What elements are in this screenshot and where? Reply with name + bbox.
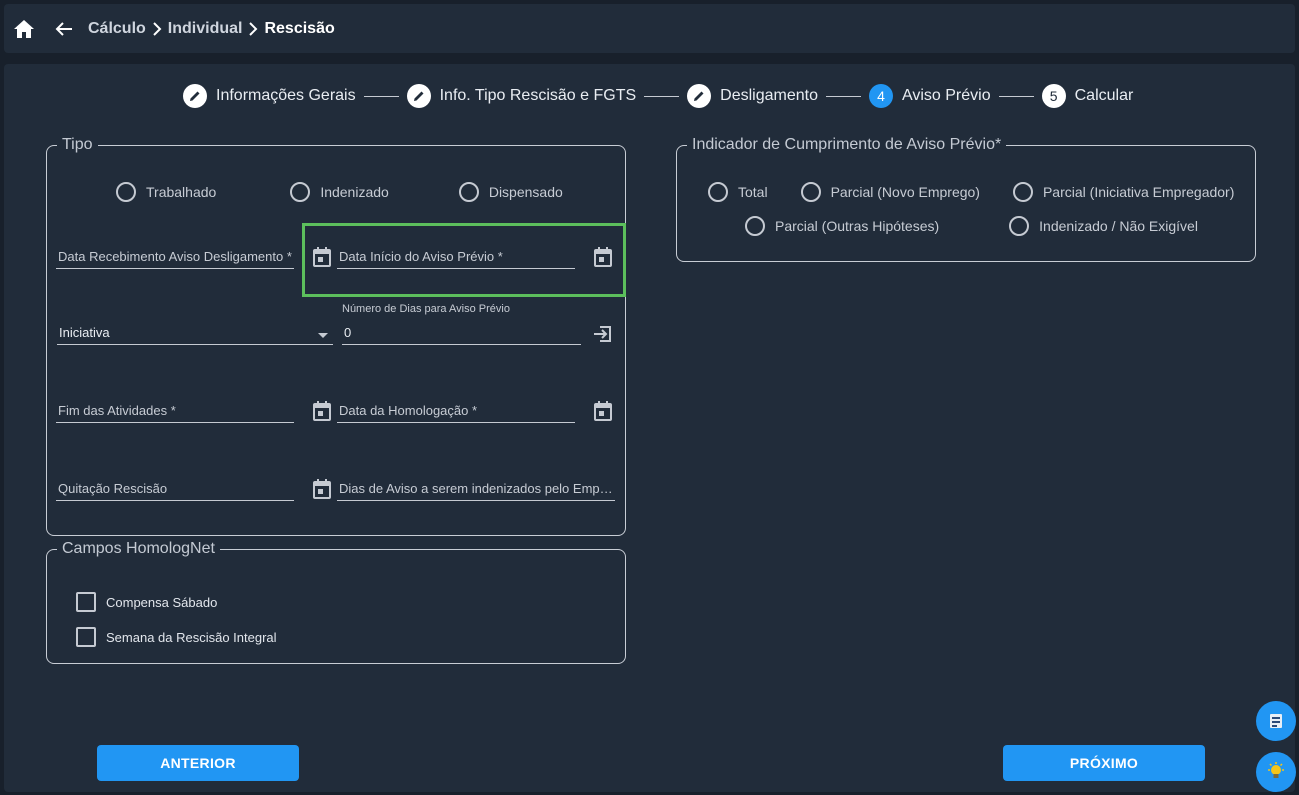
document-fab-icon[interactable]: [1256, 701, 1296, 741]
breadcrumb-item-individual[interactable]: Individual: [168, 20, 243, 38]
radio-label: Indenizado: [320, 184, 389, 200]
radio-circle[interactable]: [116, 182, 136, 202]
radio-indenizado[interactable]: Indenizado: [290, 182, 389, 202]
indicador-radio-row-2: Parcial (Outras Hipóteses) Indenizado / …: [745, 216, 1198, 236]
step-number: 4: [868, 84, 893, 108]
chevron-right-icon: [248, 21, 258, 36]
home-icon[interactable]: [12, 17, 36, 41]
indicador-legend: Indicador de Cumprimento de Aviso Prévio…: [692, 136, 1002, 153]
checkbox[interactable]: [76, 627, 96, 647]
calendar-icon[interactable]: [311, 400, 335, 424]
checkbox-compensa-sabado[interactable]: Compensa Sábado: [76, 592, 217, 612]
radio-dispensado[interactable]: Dispensado: [458, 182, 563, 202]
radio-parcial-iniciativa-empregador[interactable]: Parcial (Iniciativa Empregador): [1012, 182, 1235, 202]
breadcrumb-item-rescisao: Rescisão: [264, 19, 335, 37]
step-desligamento[interactable]: Desligamento: [687, 84, 818, 108]
pencil-icon: [183, 84, 207, 108]
checkbox-label: Compensa Sábado: [106, 594, 218, 610]
calendar-icon[interactable]: [592, 400, 616, 424]
step-informacoes-gerais[interactable]: Informações Gerais: [183, 84, 356, 108]
radio-circle[interactable]: [1009, 216, 1030, 236]
radio-label: Trabalhado: [146, 184, 217, 200]
tipo-legend: Tipo: [62, 136, 93, 153]
step-calcular[interactable]: 5 Calcular: [1041, 84, 1134, 108]
indicador-radio-row-1: Total Parcial (Novo Emprego) Parcial (In…: [708, 182, 1234, 202]
radio-total[interactable]: Total: [708, 182, 768, 202]
proximo-button[interactable]: PRÓXIMO: [1003, 745, 1205, 781]
radio-label: Parcial (Iniciativa Empregador): [1042, 184, 1235, 200]
radio-circle[interactable]: [1012, 182, 1033, 202]
top-bar: Cálculo Individual Rescisão: [4, 4, 1295, 53]
data-recebimento-field[interactable]: Data Recebimento Aviso Desligamento *: [56, 239, 294, 269]
breadcrumb: Cálculo Individual Rescisão: [88, 20, 335, 38]
radio-circle[interactable]: [800, 182, 821, 202]
calendar-icon[interactable]: [311, 478, 335, 502]
highlight-box: [302, 223, 626, 297]
stepper: Informações Gerais Info. Tipo Rescisão e…: [183, 84, 1133, 108]
radio-parcial-novo-emprego[interactable]: Parcial (Novo Emprego): [800, 182, 980, 202]
radio-indenizado-nao-exigivel[interactable]: Indenizado / Não Exigível: [1009, 216, 1198, 236]
tipo-radio-group: Trabalhado Indenizado Dispensado: [116, 182, 563, 202]
step-label: Informações Gerais: [216, 87, 356, 104]
quitacao-rescisao-field[interactable]: Quitação Rescisão: [56, 471, 294, 501]
dropdown-arrow-icon[interactable]: [317, 327, 329, 342]
pencil-icon: [406, 84, 431, 108]
step-number: 5: [1041, 84, 1066, 108]
radio-parcial-outras-hipoteses[interactable]: Parcial (Outras Hipóteses): [745, 216, 939, 236]
fim-atividades-field[interactable]: Fim das Atividades *: [56, 393, 294, 423]
step-label: Info. Tipo Rescisão e FGTS: [439, 87, 637, 104]
field-label: Data da Homologação *: [339, 403, 478, 418]
numero-dias-input[interactable]: 0: [342, 315, 581, 345]
select-value: Iniciativa: [59, 325, 110, 340]
dias-aviso-indenizados-field[interactable]: Dias de Aviso a serem indenizados pelo E…: [337, 471, 615, 501]
radio-circle[interactable]: [458, 182, 479, 202]
pencil-icon: [687, 84, 712, 108]
step-connector: [998, 95, 1034, 97]
lightbulb-fab-icon[interactable]: [1256, 752, 1296, 792]
radio-label: Parcial (Novo Emprego): [830, 184, 980, 200]
radio-label: Parcial (Outras Hipóteses): [775, 218, 940, 234]
checkbox-semana-rescisao-integral[interactable]: Semana da Rescisão Integral: [76, 627, 277, 647]
radio-label: Dispensado: [488, 184, 563, 200]
chevron-right-icon: [152, 21, 162, 36]
input-value: 0: [344, 325, 352, 340]
iniciativa-select[interactable]: Iniciativa: [57, 315, 333, 345]
field-label: Data Recebimento Aviso Desligamento *: [58, 249, 292, 264]
data-homologacao-field[interactable]: Data da Homologação *: [337, 393, 575, 423]
radio-label: Indenizado / Não Exigível: [1039, 218, 1198, 234]
back-arrow-icon[interactable]: [52, 17, 76, 41]
step-info-tipo-rescisao[interactable]: Info. Tipo Rescisão e FGTS: [406, 84, 637, 108]
radio-label: Total: [738, 184, 768, 200]
field-label: Quitação Rescisão: [58, 481, 168, 496]
step-label: Aviso Prévio: [901, 87, 991, 104]
login-arrow-icon[interactable]: [592, 323, 616, 347]
checkbox[interactable]: [76, 592, 96, 612]
numero-dias-label: Número de Dias para Aviso Prévio: [342, 303, 510, 315]
field-label: Fim das Atividades *: [58, 403, 176, 418]
radio-circle[interactable]: [708, 182, 728, 202]
step-connector: [644, 95, 680, 97]
radio-trabalhado[interactable]: Trabalhado: [116, 182, 216, 202]
step-label: Calcular: [1074, 87, 1134, 104]
radio-circle[interactable]: [290, 182, 311, 202]
step-label: Desligamento: [720, 87, 818, 104]
field-label: Dias de Aviso a serem indenizados pelo E…: [339, 481, 615, 496]
anterior-button[interactable]: ANTERIOR: [97, 745, 299, 781]
step-connector: [825, 95, 861, 97]
radio-circle[interactable]: [745, 216, 765, 236]
checkbox-label: Semana da Rescisão Integral: [106, 629, 277, 645]
step-connector: [363, 95, 399, 97]
homolognet-legend: Campos HomologNet: [62, 540, 215, 557]
step-aviso-previo[interactable]: 4 Aviso Prévio: [868, 84, 991, 108]
breadcrumb-item-calculo[interactable]: Cálculo: [88, 20, 146, 38]
